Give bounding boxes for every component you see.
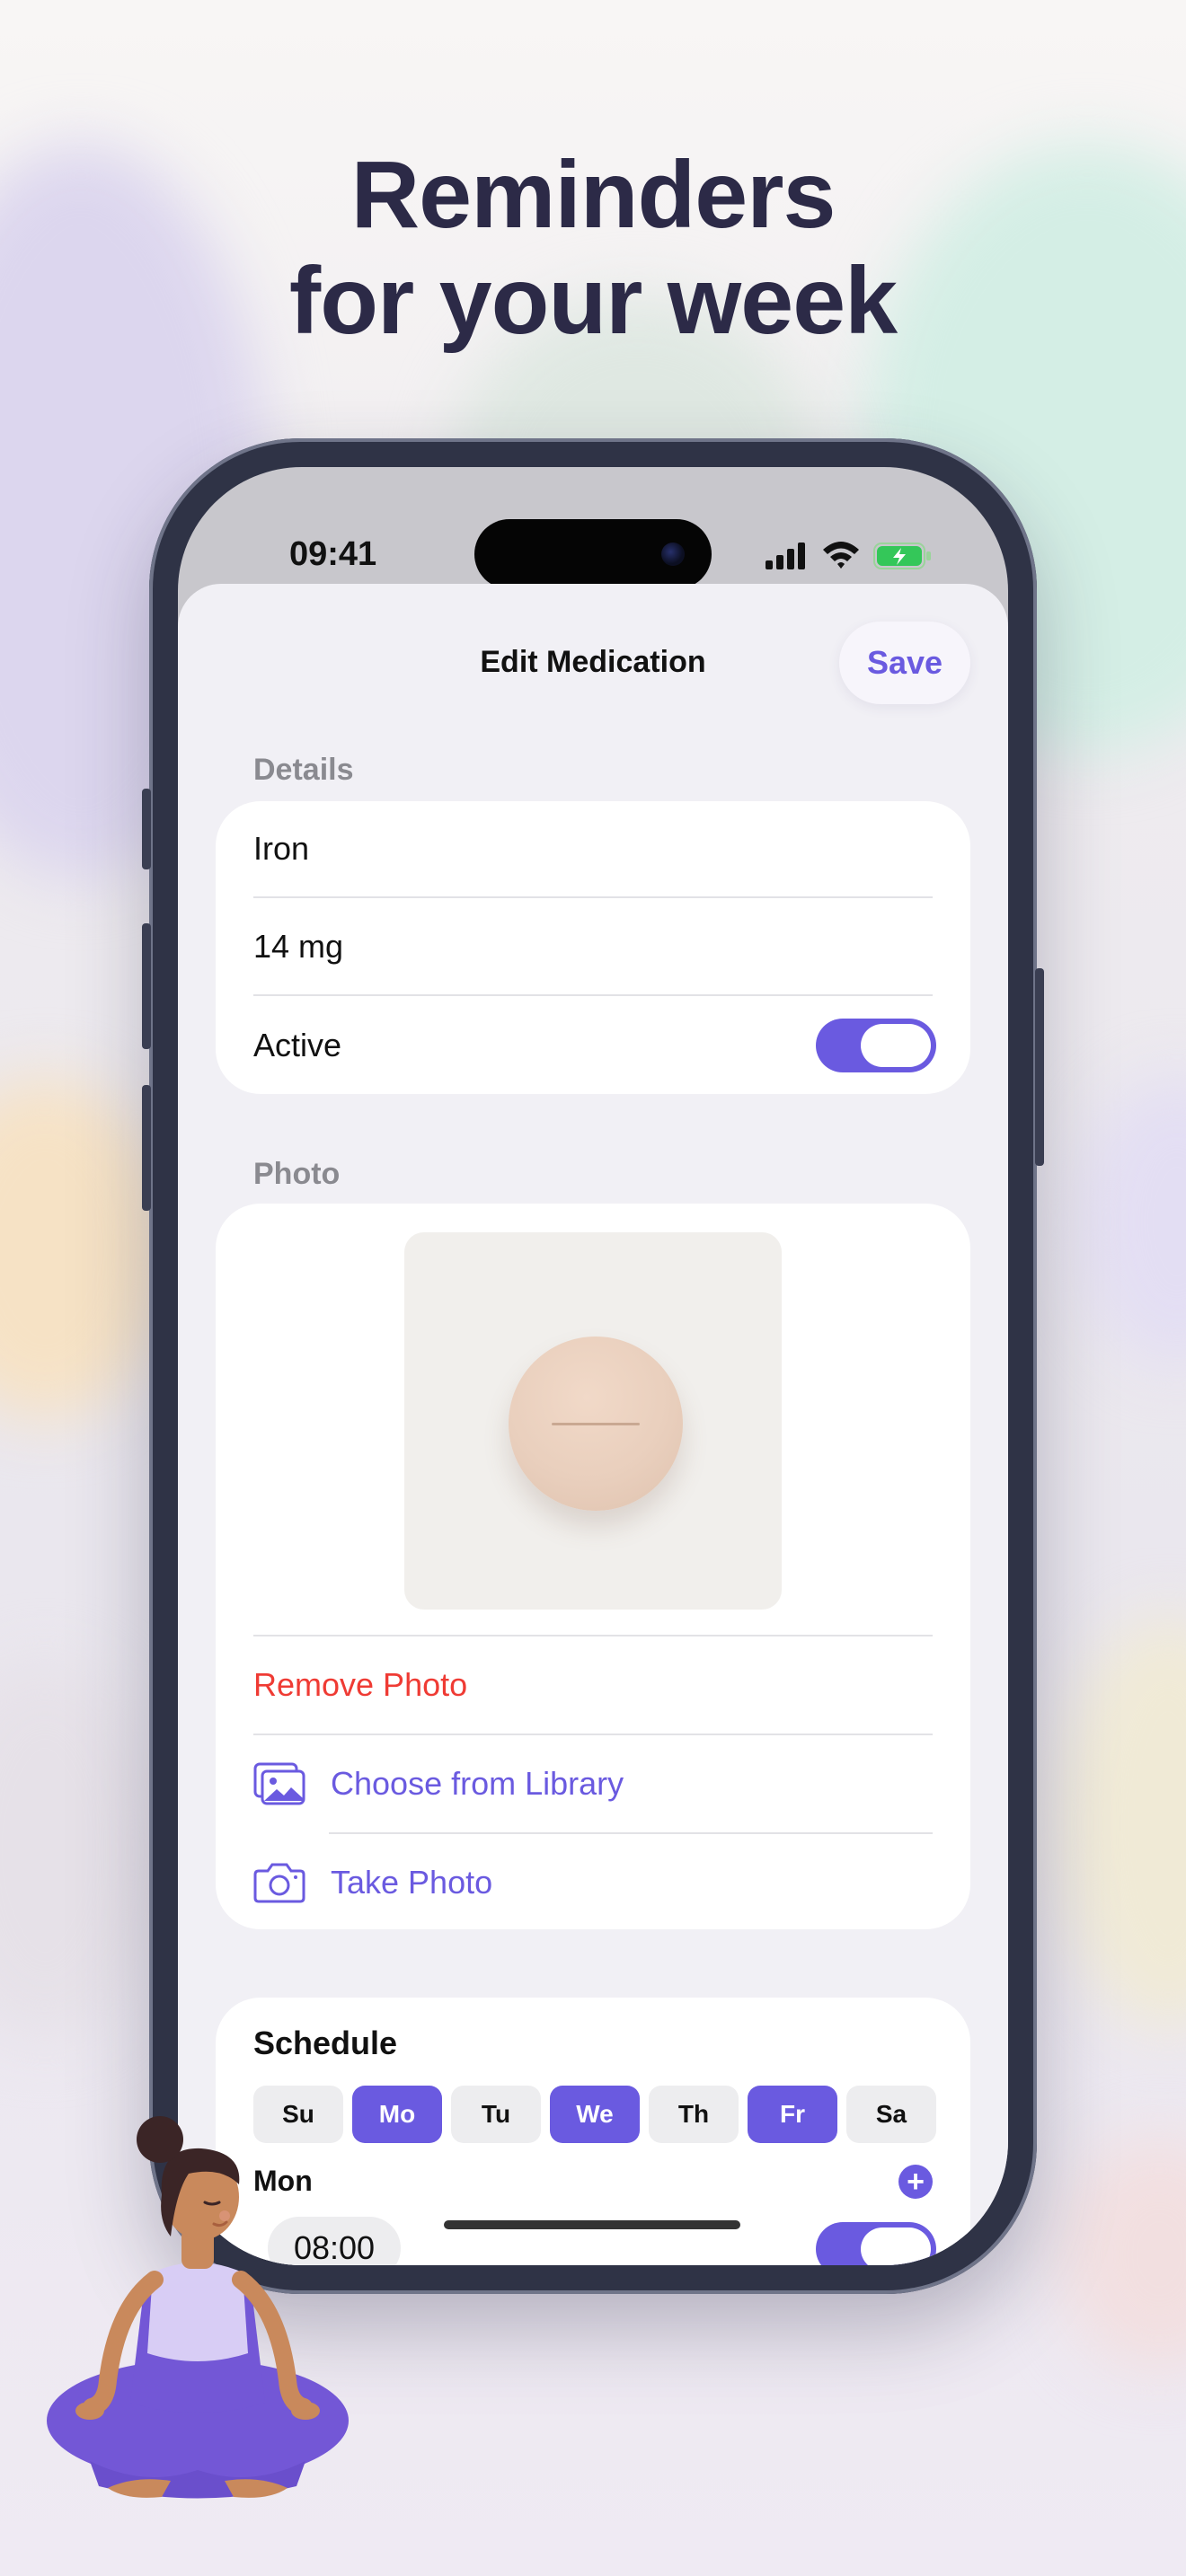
status-bar: 09:41 xyxy=(178,467,1008,589)
details-section-label: Details xyxy=(253,753,354,787)
headline-line-1: Reminders xyxy=(350,142,836,248)
photo-card: Remove Photo Choose from Library Take Ph… xyxy=(216,1204,970,1929)
signal-icon xyxy=(766,543,805,569)
volume-down-button xyxy=(142,1085,151,1211)
schedule-title: Schedule xyxy=(253,2025,398,2061)
save-button[interactable]: Save xyxy=(839,622,970,704)
meditating-woman-illustration xyxy=(47,2116,349,2499)
home-indicator xyxy=(444,2220,740,2229)
dynamic-island xyxy=(474,519,712,589)
blur-blob xyxy=(0,1662,162,2039)
day-chip-th[interactable]: Th xyxy=(649,2086,739,2143)
headline: Reminders for your week xyxy=(0,142,1186,354)
add-time-button[interactable]: + xyxy=(898,2165,933,2199)
photo-library-icon xyxy=(253,1761,307,1806)
plus-icon: + xyxy=(907,2165,925,2199)
volume-up-button xyxy=(142,923,151,1049)
remove-photo-button[interactable]: Remove Photo xyxy=(253,1636,933,1734)
camera-icon xyxy=(253,1860,307,1905)
details-card: Iron 14 mg Active xyxy=(216,801,970,1094)
phone-frame: 09:41 Edit Medication Save Details Iron … xyxy=(142,438,1044,2294)
active-toggle[interactable] xyxy=(816,1019,936,1072)
name-value: Iron xyxy=(253,830,310,867)
name-field[interactable]: Iron xyxy=(253,801,933,898)
day-chip-fr[interactable]: Fr xyxy=(748,2086,837,2143)
phone-screen: 09:41 Edit Medication Save Details Iron … xyxy=(178,467,1008,2265)
day-chip-sa[interactable]: Sa xyxy=(846,2086,936,2143)
pill-image xyxy=(509,1337,683,1511)
photo-section-label: Photo xyxy=(253,1157,341,1191)
dose-value: 14 mg xyxy=(253,928,344,965)
status-time: 09:41 xyxy=(289,535,377,573)
headline-line-2: for your week xyxy=(288,248,898,354)
day-chip-tu[interactable]: Tu xyxy=(451,2086,541,2143)
medication-photo xyxy=(404,1232,782,1610)
action-button xyxy=(142,789,151,869)
remove-photo-label: Remove Photo xyxy=(253,1666,468,1703)
dose-field[interactable]: 14 mg xyxy=(253,899,933,996)
blur-blob xyxy=(1078,1078,1186,1365)
power-button xyxy=(1035,968,1044,1166)
blur-blob xyxy=(1060,2138,1186,2371)
reminder-toggle[interactable] xyxy=(816,2222,936,2265)
blur-blob xyxy=(1060,1617,1186,2030)
take-photo-label: Take Photo xyxy=(331,1864,493,1901)
choose-from-library-label: Choose from Library xyxy=(331,1765,624,1802)
take-photo-button[interactable]: Take Photo xyxy=(253,1834,933,1931)
battery-icon xyxy=(873,543,931,569)
edit-sheet: Edit Medication Save Details Iron 14 mg … xyxy=(178,584,1008,2265)
day-chip-mo[interactable]: Mo xyxy=(352,2086,442,2143)
camera-lens xyxy=(661,543,685,566)
wifi-icon xyxy=(823,542,859,569)
choose-from-library-button[interactable]: Choose from Library xyxy=(253,1735,933,1832)
active-label: Active xyxy=(253,1027,342,1063)
day-chip-we[interactable]: We xyxy=(550,2086,640,2143)
